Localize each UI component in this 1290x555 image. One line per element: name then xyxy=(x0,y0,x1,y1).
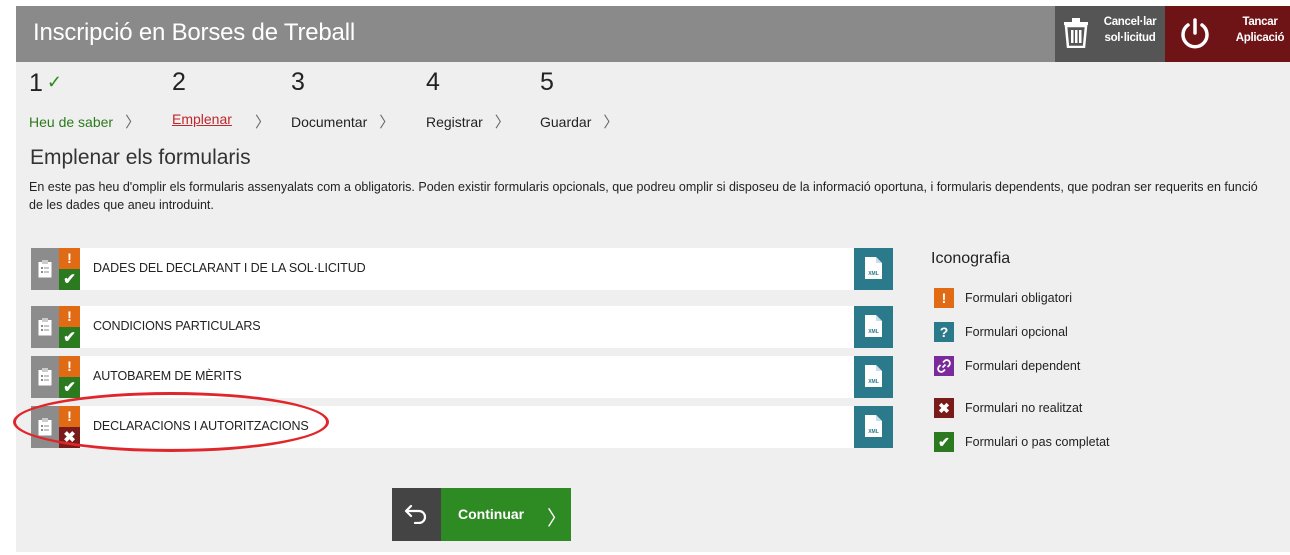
svg-text:XML: XML xyxy=(868,271,879,277)
form-row-condicions[interactable]: ! ✔ CONDICIONS PARTICULARS XML xyxy=(31,306,893,348)
step-1-label: Heu de saber xyxy=(29,114,114,130)
form-row-autobarem[interactable]: ! ✔ AUTOBAREM DE MÈRITS XML xyxy=(31,356,893,398)
app-header: Inscripció en Borses de Treball Cancel·l… xyxy=(16,6,1290,62)
chevron-right-icon: 〉 xyxy=(125,114,141,131)
xml-file-button[interactable]: XML xyxy=(854,248,893,290)
form-row-declaracions[interactable]: ! ✖ DECLARACIONS I AUTORITZACIONS XML xyxy=(31,406,893,448)
step-4[interactable]: 4 Registrar 〉 xyxy=(426,68,510,131)
step-2-label: Emplenar xyxy=(172,111,232,127)
xml-file-button[interactable]: XML xyxy=(854,356,893,398)
close-label-line2: Aplicació xyxy=(1235,32,1285,44)
step-2[interactable]: 2 Emplenar 〉 xyxy=(172,68,270,131)
continue-button[interactable]: Continuar 〉 xyxy=(441,488,571,541)
chevron-right-icon: 〉 xyxy=(494,114,510,131)
xml-file-button[interactable]: XML xyxy=(854,406,893,448)
chevron-right-icon: 〉 xyxy=(255,114,271,131)
step-5-label: Guardar xyxy=(540,114,592,130)
chevron-right-icon: 〉 xyxy=(603,114,619,131)
xml-file-button[interactable]: XML xyxy=(854,306,893,348)
cancel-label-line1: Cancel·lar xyxy=(1103,16,1157,28)
completed-icon: ✔ xyxy=(59,327,80,348)
clipboard-icon xyxy=(31,406,59,448)
step-3[interactable]: 3 Documentar 〉 xyxy=(291,68,394,131)
chevron-right-icon: 〉 xyxy=(379,114,395,131)
close-app-button[interactable]: Tancar Aplicació xyxy=(1165,6,1290,62)
step-1[interactable]: 1 ✓ Heu de saber 〉 xyxy=(29,68,140,131)
step-3-number: 3 xyxy=(291,68,305,96)
svg-text:XML: XML xyxy=(868,379,879,385)
clipboard-icon xyxy=(31,248,59,290)
legend-label: Formulari obligatori xyxy=(965,291,1072,305)
cancel-request-button[interactable]: Cancel·lar sol·licitud xyxy=(1055,6,1165,62)
step-1-number: 1 xyxy=(29,69,43,97)
svg-text:XML: XML xyxy=(868,329,879,335)
required-icon: ! xyxy=(59,356,80,377)
cross-icon: ✖ xyxy=(934,398,954,418)
clipboard-icon xyxy=(31,356,59,398)
form-name: AUTOBAREM DE MÈRITS xyxy=(93,369,242,383)
section-title: Emplenar els formularis xyxy=(30,146,251,169)
step-3-label: Documentar xyxy=(291,114,368,130)
legend-label: Formulari opcional xyxy=(965,325,1068,339)
completed-icon: ✔ xyxy=(59,269,80,290)
continue-label: Continuar xyxy=(458,506,525,522)
step-4-label: Registrar xyxy=(426,114,483,130)
section-description: En este pas heu d'omplir els formularis … xyxy=(29,180,1258,212)
icon-legend: Iconografia ! Formulari obligatori ? For… xyxy=(931,250,1110,452)
step-4-number: 4 xyxy=(426,68,440,96)
step-5-number: 5 xyxy=(540,68,554,96)
cancel-label-line2: sol·licitud xyxy=(1104,32,1156,44)
app-frame: Inscripció en Borses de Treball Cancel·l… xyxy=(16,6,1290,552)
check-icon: ✔ xyxy=(934,432,954,452)
close-label-line1: Tancar xyxy=(1242,16,1278,28)
required-icon: ! xyxy=(59,248,80,269)
form-name: DECLARACIONS I AUTORITZACIONS xyxy=(93,419,309,433)
legend-label: Formulari no realitzat xyxy=(965,401,1083,415)
form-name: CONDICIONS PARTICULARS xyxy=(93,319,261,333)
form-name: DADES DEL DECLARANT I DE LA SOL·LICITUD xyxy=(93,261,366,275)
trash-icon xyxy=(1063,18,1089,49)
close-app-label: Tancar Aplicació xyxy=(1233,14,1287,46)
required-icon: ! xyxy=(59,306,80,327)
legend-label: Formulari dependent xyxy=(965,359,1081,373)
not-done-icon: ✖ xyxy=(59,427,80,448)
link-icon xyxy=(934,356,954,376)
check-icon: ✓ xyxy=(46,72,62,92)
completed-icon: ✔ xyxy=(59,377,80,398)
legend-label: Formulari o pas completat xyxy=(965,435,1110,449)
step-5[interactable]: 5 Guardar 〉 xyxy=(540,68,618,131)
form-row-declarant[interactable]: ! ✔ DADES DEL DECLARANT I DE LA SOL·LICI… xyxy=(31,248,893,290)
legend-title: Iconografia xyxy=(931,250,1011,267)
question-icon: ? xyxy=(934,322,954,342)
clipboard-icon xyxy=(31,306,59,348)
step-2-number: 2 xyxy=(172,68,186,96)
power-icon xyxy=(1179,18,1211,50)
app-title: Inscripció en Borses de Treball xyxy=(33,19,355,46)
required-icon: ! xyxy=(934,288,954,308)
cancel-request-label: Cancel·lar sol·licitud xyxy=(1099,14,1161,46)
back-arrow-icon xyxy=(404,504,427,524)
svg-text:XML: XML xyxy=(868,429,879,435)
required-icon: ! xyxy=(59,406,80,427)
back-button[interactable] xyxy=(392,488,441,541)
chevron-right-icon: 〉 xyxy=(547,508,567,530)
